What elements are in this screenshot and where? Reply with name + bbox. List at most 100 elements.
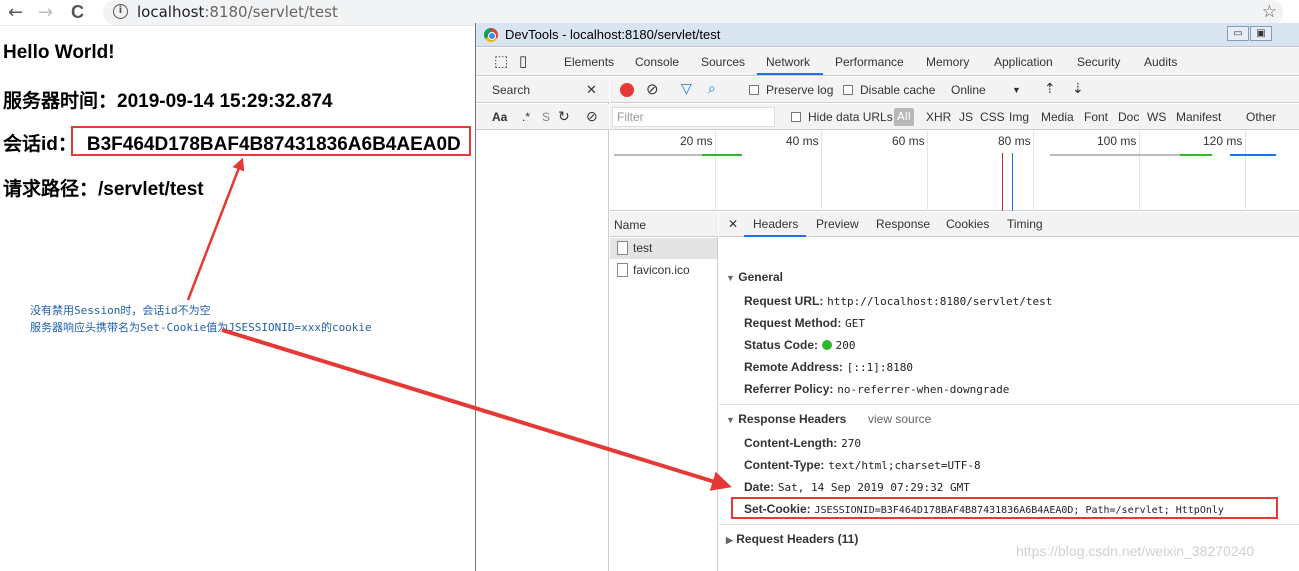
tab-audits[interactable]: Audits — [1144, 55, 1177, 69]
name-column-header[interactable]: Name — [614, 218, 646, 232]
header-row: Referrer Policy: no-referrer-when-downgr… — [744, 382, 1009, 396]
document-icon — [617, 263, 628, 277]
document-icon — [617, 241, 628, 255]
site-info-icon[interactable]: i — [113, 4, 128, 19]
match-case-button[interactable]: Aa — [492, 110, 507, 124]
request-row[interactable]: favicon.ico — [610, 260, 717, 281]
view-source-link[interactable]: view source — [868, 412, 931, 426]
search-icon[interactable]: ⌕ — [708, 80, 716, 97]
forward-icon[interactable]: → — [38, 2, 53, 23]
request-name: favicon.ico — [633, 263, 690, 277]
chevron-down-icon[interactable]: ▼ — [1012, 85, 1021, 95]
bookmark-star-icon[interactable]: ☆ — [1262, 2, 1277, 22]
throttle-select[interactable]: Online — [951, 83, 986, 97]
tab-preview[interactable]: Preview — [816, 217, 859, 231]
annotation-line-2: 服务器响应头携带名为Set-Cookie值为JSESSIONID=xxx的coo… — [30, 321, 372, 334]
tab-network[interactable]: Network — [766, 55, 810, 69]
tab-application[interactable]: Application — [994, 55, 1053, 69]
timeline-gridline — [1139, 131, 1140, 211]
close-search-icon[interactable]: ✕ — [586, 82, 597, 98]
header-value: http://localhost:8180/servlet/test — [827, 295, 1053, 308]
clear-icon[interactable]: ⊘ — [586, 108, 598, 125]
header-row: Content-Type: text/html;charset=UTF-8 — [744, 458, 981, 472]
maximize-button[interactable]: ▣ — [1250, 26, 1272, 41]
request-list: Name test favicon.ico — [610, 212, 718, 571]
header-row: Remote Address: [::1]:8180 — [744, 360, 913, 374]
watermark: https://blog.csdn.net/weixin_38270240 — [1016, 543, 1255, 559]
tab-sources[interactable]: Sources — [701, 55, 745, 69]
load-event-marker — [1002, 153, 1003, 211]
filter-css[interactable]: CSS — [980, 110, 1005, 124]
timeline-label: 120 ms — [1203, 134, 1243, 148]
address-bar[interactable]: i localhost:8180/servlet/test — [103, 0, 1283, 25]
tab-memory[interactable]: Memory — [926, 55, 969, 69]
request-row[interactable]: test — [610, 238, 717, 259]
request-name: test — [633, 241, 653, 255]
header-value: GET — [845, 317, 866, 330]
device-toolbar-icon[interactable]: ▯ — [519, 52, 527, 70]
timeline-bar-waiting — [614, 154, 702, 156]
chrome-logo-icon — [484, 28, 498, 42]
header-key: Request Method: — [744, 316, 842, 330]
reload-icon[interactable]: C — [71, 2, 84, 23]
tab-elements[interactable]: Elements — [564, 55, 614, 69]
hide-data-urls-label: Hide data URLs — [808, 110, 893, 124]
export-har-icon[interactable]: ⇣ — [1072, 80, 1084, 97]
annotation-note: 没有禁用Session时，会话id不为空 服务器响应头携带名为Set-Cooki… — [30, 302, 372, 336]
filter-img[interactable]: Img — [1009, 110, 1029, 124]
regex-button[interactable]: .* — [522, 110, 530, 124]
timeline-label: 20 ms — [680, 134, 713, 148]
tab-security[interactable]: Security — [1077, 55, 1120, 69]
disable-cache-checkbox[interactable] — [843, 85, 853, 95]
timeline-label: 60 ms — [892, 134, 925, 148]
tab-timing[interactable]: Timing — [1007, 217, 1043, 231]
collapsed-triangle-icon: ▶ — [726, 535, 733, 545]
back-icon[interactable]: ← — [8, 2, 23, 23]
active-details-tab-indicator — [744, 235, 806, 237]
close-details-icon[interactable]: ✕ — [728, 217, 738, 231]
filter-icon[interactable]: ▽ — [681, 80, 692, 97]
filter-input[interactable]: Filter — [612, 107, 775, 127]
header-key: Status Code: — [744, 338, 819, 352]
tab-performance[interactable]: Performance — [835, 55, 904, 69]
header-key: Request URL: — [744, 294, 824, 308]
tab-headers[interactable]: Headers — [753, 217, 798, 231]
timeline-overview[interactable]: 20 ms 40 ms 60 ms 80 ms 100 ms 120 ms — [610, 131, 1299, 211]
import-har-icon[interactable]: ⇡ — [1044, 80, 1056, 97]
session-id-highlight-box — [71, 126, 471, 156]
search-pane: Search ✕ Aa .* S ↻ ⊘ — [476, 77, 609, 571]
disable-cache-label: Disable cache — [860, 83, 936, 97]
header-value: text/html;charset=UTF-8 — [828, 459, 981, 472]
timeline-bar-waiting — [1050, 154, 1180, 156]
hide-data-urls-checkbox[interactable] — [791, 112, 801, 122]
filter-all-button[interactable]: All — [894, 108, 914, 126]
general-section-toggle[interactable]: ▼ General — [726, 270, 783, 284]
preserve-log-checkbox[interactable] — [749, 85, 759, 95]
expanded-triangle-icon: ▼ — [726, 273, 735, 283]
minimize-button[interactable]: ▭ — [1227, 26, 1249, 41]
filter-ws[interactable]: WS — [1147, 110, 1166, 124]
filter-doc[interactable]: Doc — [1118, 110, 1139, 124]
timeline-gridline — [715, 131, 716, 211]
inspect-element-icon[interactable]: ⬚ — [494, 52, 508, 70]
filter-media[interactable]: Media — [1041, 110, 1074, 124]
devtools-titlebar: DevTools - localhost:8180/servlet/test ▭… — [476, 23, 1299, 47]
request-headers-toggle[interactable]: ▶ Request Headers (11) — [726, 532, 858, 546]
filter-js[interactable]: JS — [959, 110, 973, 124]
network-toolbar: ⊘ ▽ ⌕ Preserve log Disable cache Online … — [610, 77, 1299, 103]
filter-other[interactable]: Other — [1246, 110, 1276, 124]
filter-font[interactable]: Font — [1084, 110, 1108, 124]
clear-log-icon[interactable]: ⊘ — [646, 80, 659, 98]
search-s-button[interactable]: S — [542, 110, 550, 124]
refresh-icon[interactable]: ↻ — [558, 108, 570, 125]
tab-response[interactable]: Response — [876, 217, 930, 231]
header-value: [::1]:8180 — [846, 361, 913, 374]
record-icon[interactable] — [620, 83, 634, 97]
response-headers-toggle[interactable]: ▼ Response Headers — [726, 412, 846, 426]
dom-content-loaded-marker — [1012, 153, 1013, 211]
tab-console[interactable]: Console — [635, 55, 679, 69]
tab-cookies[interactable]: Cookies — [946, 217, 989, 231]
filter-xhr[interactable]: XHR — [926, 110, 951, 124]
search-label[interactable]: Search — [492, 83, 530, 97]
filter-manifest[interactable]: Manifest — [1176, 110, 1221, 124]
